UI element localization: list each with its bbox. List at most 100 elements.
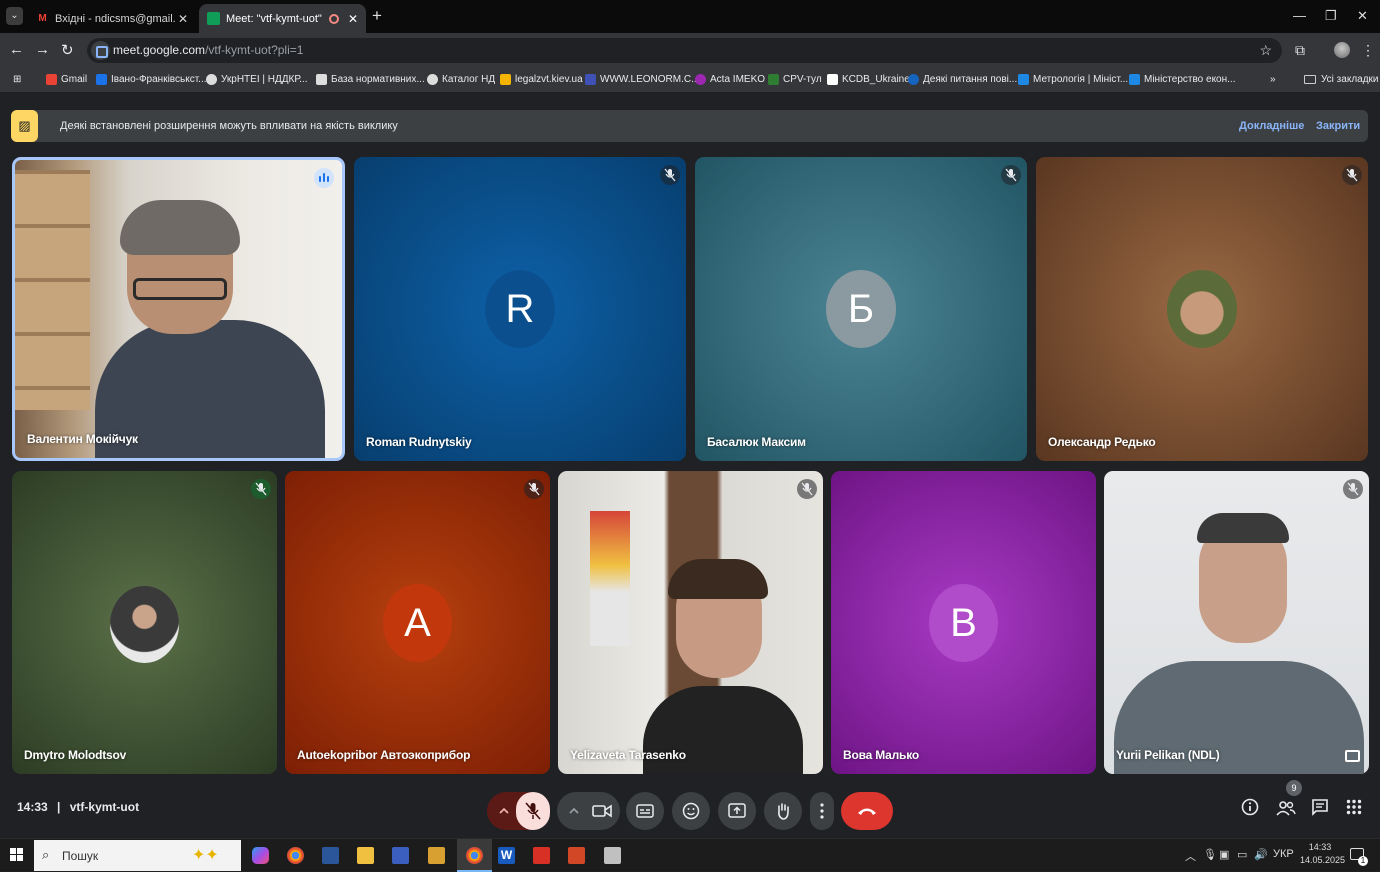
participant-avatar: Б (826, 270, 896, 348)
browser-toolbar: ← → ↻ meet.google.com/vtf-kymt-uot?pli=1… (0, 33, 1380, 68)
windows-start-icon[interactable] (10, 848, 24, 862)
participant-name: Autoekopribor Автоэкоприбор (297, 748, 471, 762)
bookmark-ivano-frankivsk[interactable]: Івано-Франківськст... (96, 74, 207, 85)
bookmark-favicon (96, 74, 107, 85)
network-icon[interactable]: ▣ (1219, 848, 1229, 861)
forward-icon[interactable]: → (35, 41, 50, 58)
bookmark-katalog[interactable]: Каталог НД (427, 74, 495, 85)
close-banner-button[interactable]: Закрити (1316, 120, 1360, 132)
tray-chevron-icon[interactable]: ︿ (1185, 848, 1196, 864)
close-tab-icon[interactable]: ✕ (176, 12, 190, 26)
participant-tile-4[interactable]: Олександр Редько (1036, 157, 1368, 461)
captions-button[interactable] (626, 792, 664, 830)
powerpoint-icon[interactable] (568, 847, 585, 864)
bookmark-kcdb[interactable]: KCDB_Ukraine (827, 74, 910, 85)
camera-options-button[interactable] (557, 792, 620, 830)
language-indicator[interactable]: УКР (1273, 848, 1294, 860)
participant-tile-6[interactable]: A Autoekopribor Автоэкоприбор (285, 471, 550, 774)
word-icon[interactable]: W (498, 847, 515, 864)
bookmark-favicon (827, 74, 838, 85)
participant-name: Yelizaveta Tarasenko (570, 748, 686, 762)
people-icon (1276, 801, 1296, 816)
calculator-icon[interactable] (322, 847, 339, 864)
meet-icon (207, 12, 220, 25)
participant-photo (1167, 270, 1237, 348)
taskbar-clock[interactable]: 14:33 14.05.2025 (1300, 842, 1346, 865)
participant-tile-2[interactable]: R Roman Rudnytskiy (354, 157, 686, 461)
copilot-icon[interactable] (252, 847, 269, 864)
pdf-icon[interactable] (533, 847, 550, 864)
meeting-details-info-icon[interactable] (1241, 798, 1259, 816)
tab-title: Вхідні - ndicsms@gmail.com - (55, 12, 176, 25)
muted-mic-icon (251, 479, 271, 499)
people-button[interactable] (1276, 797, 1296, 817)
more-vert-icon (820, 803, 824, 819)
participant-tile-1[interactable]: Валентин Мокійчук (12, 157, 345, 461)
menu-kebab-icon[interactable]: ⋮ (1361, 42, 1375, 59)
new-tab-button[interactable]: + (372, 6, 382, 26)
participant-tile-9[interactable]: Yurii Pelikan (NDL) (1104, 471, 1369, 774)
leave-call-button[interactable] (841, 792, 893, 830)
bookmark-ministry[interactable]: Міністерство екон... (1129, 74, 1235, 85)
window-app-icon[interactable] (604, 847, 621, 864)
windows-taskbar: ⌕ Пошук ✦✦ W ︿ 🎙 ▣ ▭ 🔊 УКР 14:33 14.05.2… (0, 838, 1380, 872)
taskbar-search-input[interactable]: ⌕ Пошук ✦✦ (34, 840, 241, 871)
bookmark-baza[interactable]: База нормативних... (316, 74, 425, 85)
restore-icon[interactable]: ❐ (1325, 8, 1337, 24)
tab-title: Meet: "vtf-kymt-uot" (226, 12, 322, 25)
address-bar[interactable]: meet.google.com/vtf-kymt-uot?pli=1 ☆ (87, 38, 1282, 63)
chat-icon[interactable] (1311, 798, 1329, 816)
bookmark-acta-imeko[interactable]: Acta IMEKO (695, 74, 765, 85)
volume-icon[interactable]: 🔊 (1254, 848, 1268, 861)
participant-tile-7[interactable]: Yelizaveta Tarasenko (558, 471, 823, 774)
activities-grid-icon[interactable] (1346, 799, 1362, 815)
archive-icon[interactable] (428, 847, 445, 864)
bookmark-gmail[interactable]: Gmail (46, 74, 87, 85)
bookmark-star-icon[interactable]: ☆ (1259, 38, 1272, 63)
tab-gmail[interactable]: M Вхідні - ndicsms@gmail.com - ✕ (28, 4, 196, 33)
more-options-button[interactable] (810, 792, 834, 830)
tab-search-icon[interactable]: ⌄ (6, 7, 23, 25)
bookmark-leonorm[interactable]: WWW.LEONORM.C... (585, 74, 699, 85)
bookmark-deyaki-pytannia[interactable]: Деякі питання пові... (908, 74, 1017, 85)
bookmark-ukrntei[interactable]: УкрНТЕІ | НДДКР... (206, 74, 307, 85)
learn-more-link[interactable]: Докладніше (1239, 120, 1304, 132)
pip-icon[interactable] (1345, 750, 1360, 762)
chrome-icon[interactable] (287, 847, 304, 864)
bookmark-favicon (585, 74, 596, 85)
save-floppy-icon[interactable] (392, 847, 409, 864)
person-hair (668, 559, 768, 599)
meet-controls-bar: 14:33 | vtf-kymt-uot 9 (0, 780, 1380, 836)
gmail-icon: M (38, 13, 47, 24)
present-screen-button[interactable] (718, 792, 756, 830)
clock-date: 14.05.2025 (1300, 855, 1346, 865)
tab-meet[interactable]: Meet: "vtf-kymt-uot" ✕ (199, 4, 366, 33)
back-icon[interactable]: ← (9, 41, 24, 58)
extensions-icon[interactable]: ⧉ (1295, 42, 1305, 59)
participant-tile-3[interactable]: Б Басалюк Максим (695, 157, 1027, 461)
site-info-icon[interactable] (91, 41, 110, 60)
mic-toggle-button[interactable] (516, 792, 550, 830)
bookmark-favicon (695, 74, 706, 85)
reload-icon[interactable]: ↻ (61, 41, 74, 59)
bookmark-cpv[interactable]: CPV-тул (768, 74, 822, 85)
participant-tile-5[interactable]: Dmytro Molodtsov (12, 471, 277, 774)
profile-avatar[interactable] (1334, 42, 1350, 58)
close-window-icon[interactable]: ✕ (1357, 8, 1368, 24)
wall-calendar (590, 511, 630, 646)
close-tab-icon[interactable]: ✕ (346, 12, 360, 26)
apps-grid-icon[interactable]: ⊞ (13, 74, 21, 85)
bookmark-legalzvt[interactable]: legalzvt.kiev.ua (500, 74, 583, 85)
display-icon[interactable]: ▭ (1237, 848, 1247, 861)
bookmark-metrologia[interactable]: Метрологія | Мініст... (1018, 74, 1128, 85)
all-bookmarks-button[interactable]: Усі закладки (1304, 74, 1379, 85)
taskbar-active-chrome[interactable] (457, 839, 492, 872)
mic-tray-icon[interactable]: 🎙 (1203, 848, 1217, 861)
minimize-icon[interactable]: — (1293, 8, 1306, 23)
reactions-button[interactable] (672, 792, 710, 830)
file-explorer-icon[interactable] (357, 847, 374, 864)
participant-tile-8[interactable]: В Вова Малько (831, 471, 1096, 774)
present-icon (728, 803, 746, 818)
raise-hand-button[interactable] (764, 792, 802, 830)
more-bookmarks-chevron-icon[interactable]: » (1270, 74, 1276, 85)
